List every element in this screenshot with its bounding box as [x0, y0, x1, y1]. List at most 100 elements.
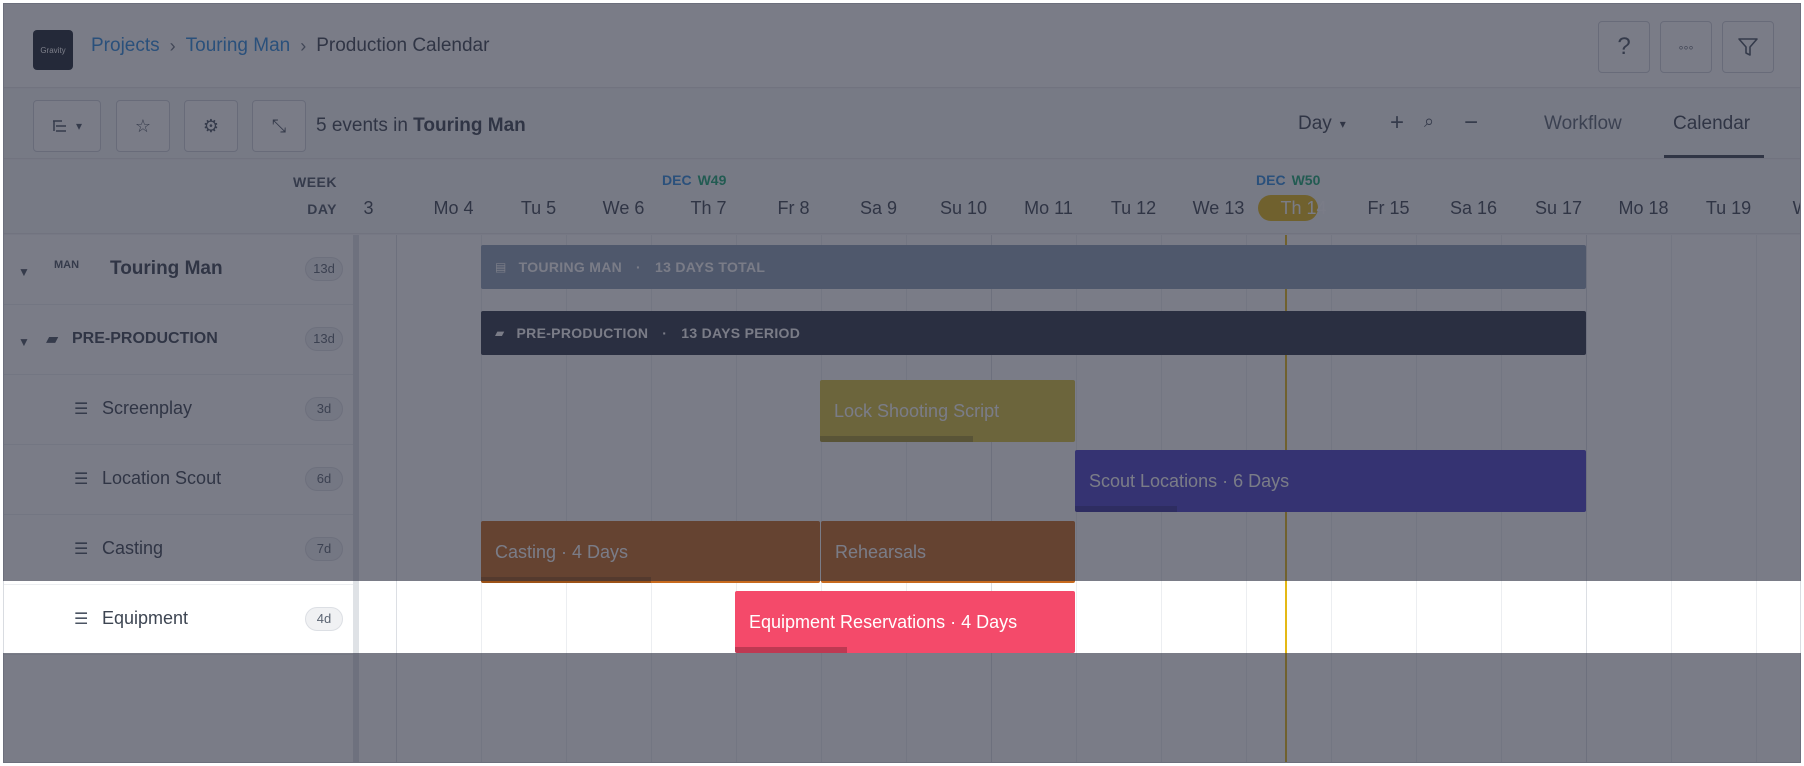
day-label: Su 17 [1534, 198, 1583, 218]
calendar-grid: ▤ TOURING MAN · 13 DAYS TOTAL ▰ PRE-PROD… [359, 235, 1800, 762]
event-bar-location[interactable]: Scout Locations · 6 Days [1075, 450, 1586, 512]
toolbar: ▾ ☆ ⚙ ⤡ 5 events in Touring Man Day ▾ + ⌕… [4, 89, 1800, 159]
bar-label: Rehearsals [835, 541, 927, 562]
task-list-icon: ☰ [74, 611, 89, 628]
project-thumbnail-icon: MAN [54, 259, 80, 271]
chevron-down-icon: ▾ [1339, 117, 1346, 131]
day-label: Sa 9 [859, 198, 898, 218]
tab-workflow[interactable]: Workflow [1544, 113, 1622, 135]
task-list-icon: ☰ [74, 471, 89, 488]
events-summary: 5 events in Touring Man [316, 115, 526, 137]
collapse-icon: ⤡ [271, 115, 287, 136]
zoom-in-button[interactable]: + [1390, 109, 1404, 137]
duration-badge: 4d [305, 607, 343, 631]
duration-badge: 13d [305, 257, 343, 281]
progress-bar [820, 436, 973, 442]
event-bar-rehearsals[interactable]: Rehearsals [821, 521, 1075, 583]
separator: · [636, 259, 641, 275]
zoom-reset-icon[interactable]: ⌕ [1424, 111, 1434, 132]
tab-calendar[interactable]: Calendar [1673, 113, 1750, 135]
project-bar[interactable]: ▤ TOURING MAN · 13 DAYS TOTAL [481, 245, 1586, 289]
day-label: Mo 4 [433, 198, 474, 218]
task-list: ▼ MAN Touring Man 13d ▼ ▰ PRE-PRODUCTION… [4, 235, 359, 762]
bar-detail: 13 DAYS TOTAL [654, 259, 766, 275]
folder-icon: ▰ [46, 331, 59, 348]
row-label: PRE-PRODUCTION [72, 330, 218, 347]
row-phase[interactable]: ▼ ▰ PRE-PRODUCTION 13d [4, 305, 353, 375]
task-list-icon: ☰ [74, 401, 89, 418]
day-label: Th 7 [690, 198, 727, 218]
day-label: Sa 16 [1449, 198, 1498, 218]
event-bar-equipment[interactable]: Equipment Reservations · 4 Days [735, 591, 1075, 653]
row-label: Equipment [102, 608, 189, 628]
row-label: Location Scout [102, 468, 222, 488]
settings-button[interactable]: ⚙ [184, 100, 238, 152]
row-label: Casting [102, 538, 164, 558]
separator: · [662, 325, 668, 341]
event-bar-screenplay[interactable]: Lock Shooting Script [820, 380, 1075, 442]
breadcrumb-current: Production Calendar [316, 35, 490, 56]
bar-label: Lock Shooting Script [834, 400, 1000, 421]
day-label: Tu 5 [520, 198, 557, 218]
caret-down-icon[interactable]: ▼ [18, 265, 30, 279]
week-number: W50 [1291, 172, 1321, 188]
breadcrumb-projects[interactable]: Projects [91, 35, 160, 57]
more-button[interactable]: ◦◦◦ [1660, 21, 1712, 73]
active-tab-indicator [1664, 155, 1764, 158]
progress-bar [481, 577, 651, 583]
row-task[interactable]: ☰ Screenplay 3d [4, 375, 353, 445]
chevron-down-icon: ▾ [75, 119, 83, 133]
day-label: Fr 8 [777, 198, 810, 218]
day-label: Th 14 [1280, 198, 1327, 218]
more-icon: ◦◦◦ [1678, 39, 1694, 55]
week-month: DEC [1256, 172, 1286, 188]
day-label: Tu 12 [1110, 198, 1157, 218]
bar-label: Casting · 4 Days [495, 541, 629, 562]
list-tree-icon [52, 120, 66, 132]
row-project[interactable]: ▼ MAN Touring Man 13d [4, 235, 353, 305]
event-bar-casting[interactable]: Casting · 4 Days [481, 521, 820, 583]
chevron-right-icon: › [300, 35, 307, 56]
chevron-right-icon: › [169, 35, 176, 56]
duration-badge: 7d [305, 537, 343, 561]
row-task[interactable]: ☰ Location Scout 6d [4, 445, 353, 515]
breadcrumb: Projects › Touring Man › Production Cale… [91, 35, 489, 57]
duration-badge: 3d [305, 397, 343, 421]
bar-title: TOURING MAN [518, 259, 623, 275]
grid-line [396, 235, 397, 762]
row-header: WEEK DAY [4, 160, 359, 234]
collapse-button[interactable]: ⤡ [252, 100, 306, 152]
zoom-level-select[interactable]: Day ▾ [1298, 113, 1346, 135]
bar-title: PRE-PRODUCTION [516, 325, 649, 341]
row-label: Screenplay [102, 398, 193, 418]
week-number: W49 [697, 172, 727, 188]
progress-bar [1075, 506, 1178, 512]
logo-text: Gravity [40, 45, 66, 55]
week-label-w49: DEC W49 [662, 172, 726, 188]
favorite-button[interactable]: ☆ [116, 100, 170, 152]
app-logo[interactable]: Gravity [33, 30, 73, 70]
day-label: 3 [363, 198, 374, 218]
caret-down-icon[interactable]: ▼ [18, 335, 30, 349]
week-label-w50: DEC W50 [1256, 172, 1320, 188]
progress-bar [735, 647, 848, 653]
filter-button[interactable] [1722, 21, 1774, 73]
day-label: Mo 18 [1618, 198, 1669, 218]
folder-icon: ▰ [495, 326, 505, 340]
grid-line [1586, 235, 1587, 762]
day-label: Fr 15 [1367, 198, 1410, 218]
phase-bar[interactable]: ▰ PRE-PRODUCTION · 13 DAYS PERIOD [481, 311, 1586, 355]
row-task[interactable]: ☰ Equipment 4d [4, 585, 353, 655]
project-icon: ▤ [495, 260, 507, 274]
breadcrumb-project[interactable]: Touring Man [186, 35, 291, 57]
day-label: Tu 19 [1705, 198, 1752, 218]
day-label: We 2 [1771, 198, 1800, 219]
help-icon: ? [1617, 33, 1631, 60]
bar-detail: 13 DAYS PERIOD [681, 325, 801, 341]
week-month: DEC [662, 172, 692, 188]
row-task[interactable]: ☰ Casting 7d [4, 515, 353, 585]
help-button[interactable]: ? [1598, 21, 1650, 73]
group-view-button[interactable]: ▾ [33, 100, 101, 152]
day-label: We 13 [1192, 198, 1245, 218]
zoom-out-button[interactable]: − [1464, 109, 1478, 137]
